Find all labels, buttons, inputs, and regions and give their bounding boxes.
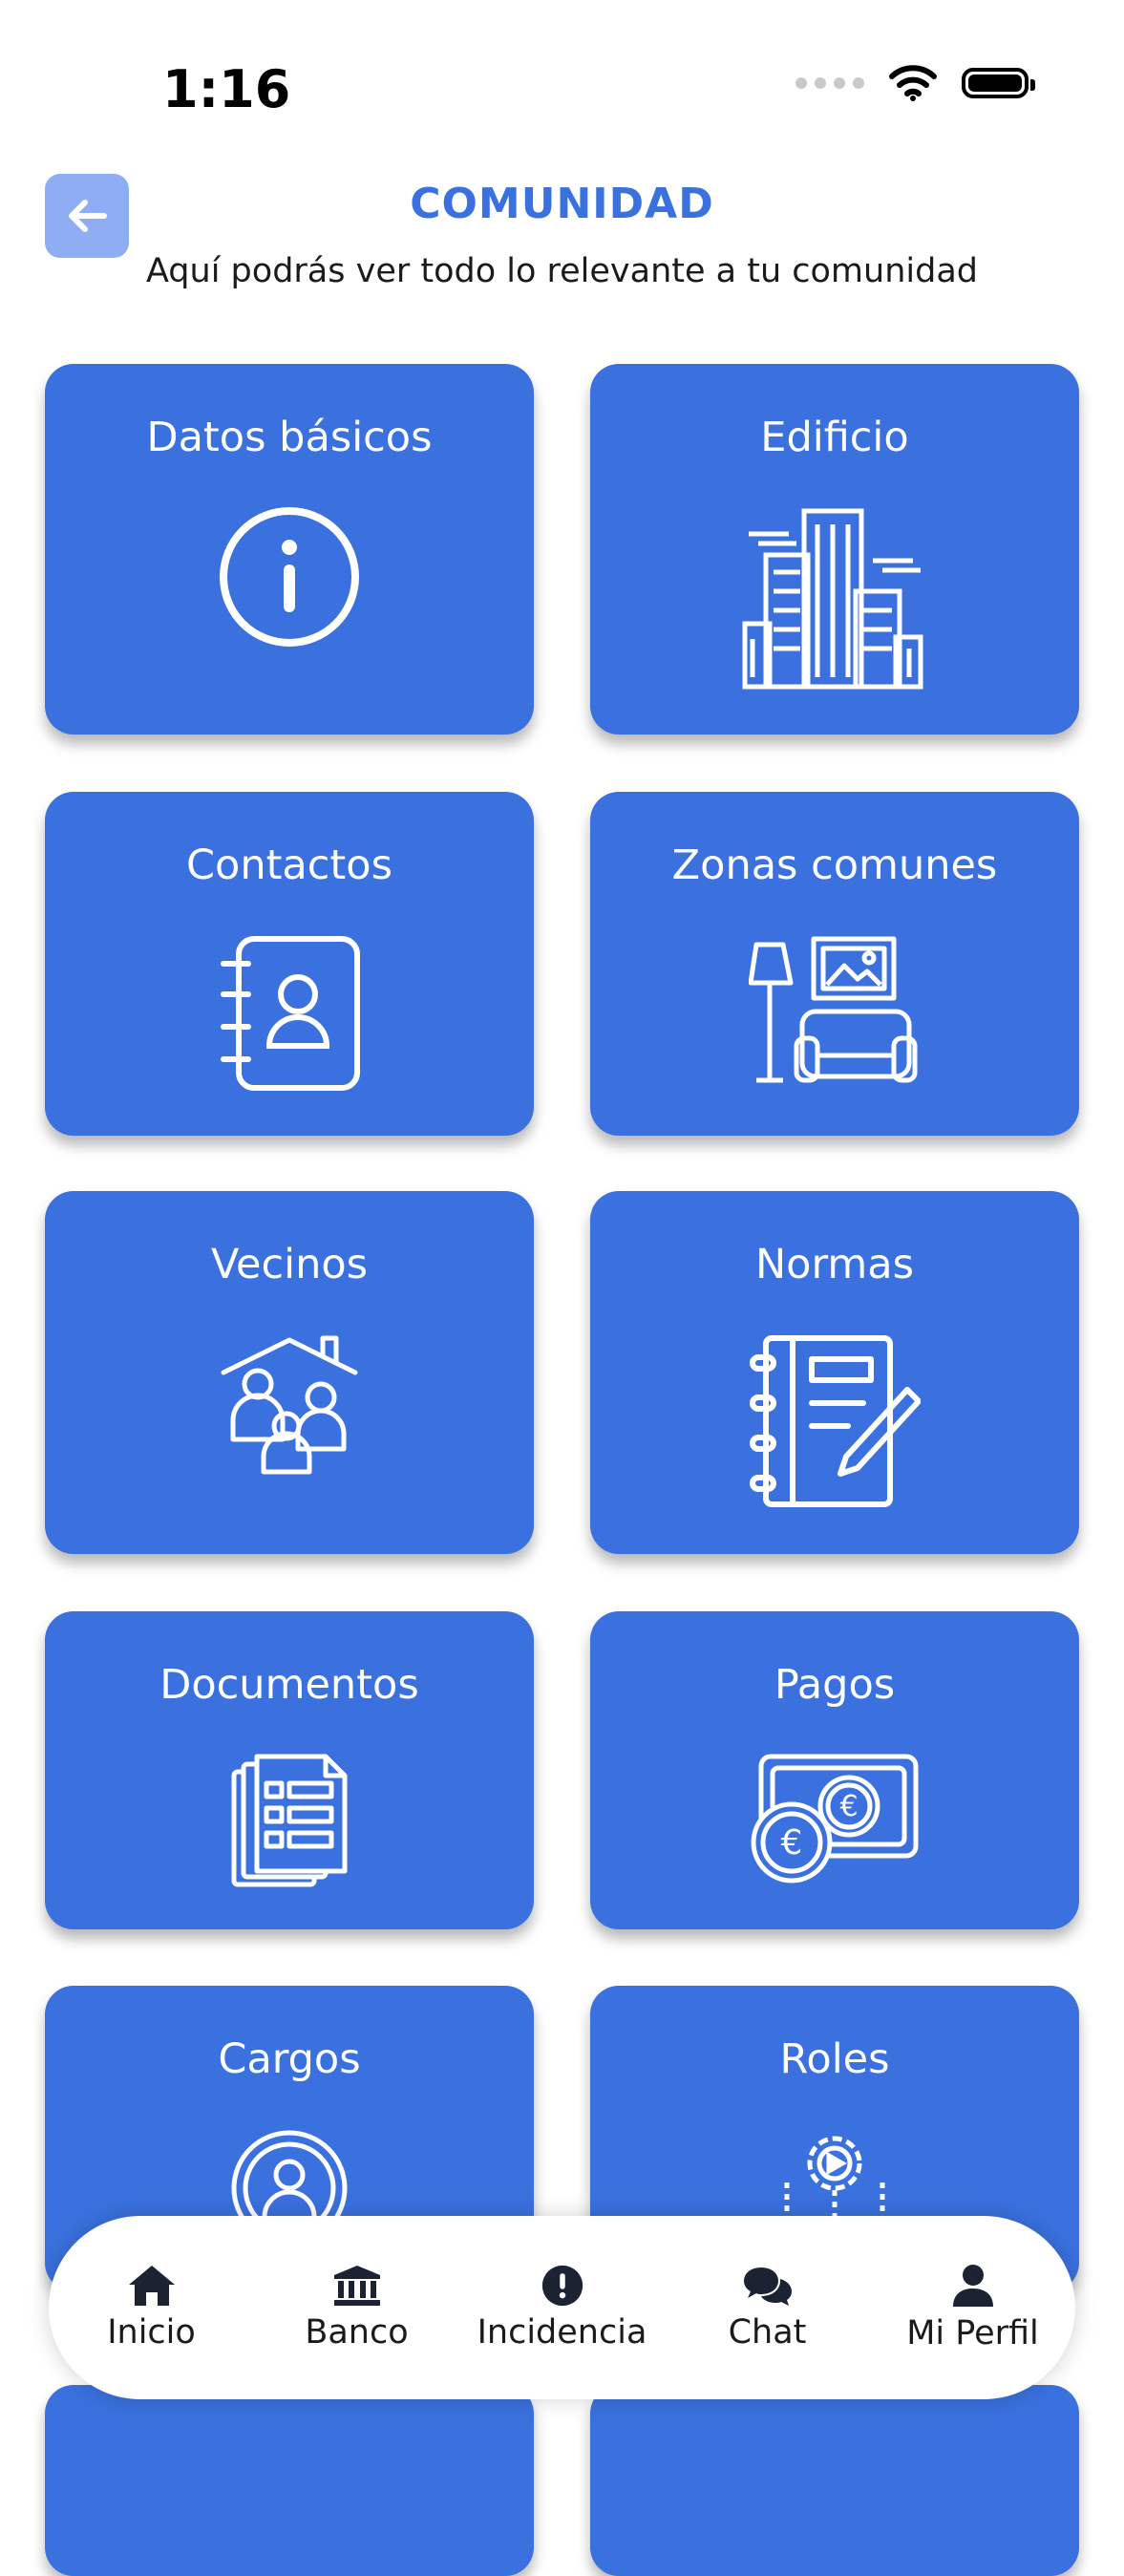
card-label: Zonas comunes [671,841,998,889]
card-label: Datos básicos [146,414,433,461]
page-subtitle: Aquí podrás ver todo lo relevante a tu c… [145,252,978,290]
card-contactos[interactable]: Contactos [45,792,534,1136]
status-time: 1:16 [162,59,291,119]
svg-text:€: € [781,1823,803,1863]
home-icon [128,2266,175,2306]
contact-book-icon [221,936,360,1091]
card-pagos[interactable]: Pagos € € [590,1611,1079,1929]
alert-icon [541,2265,583,2307]
common-area-icon [749,936,918,1083]
card-zonas-comunes[interactable]: Zonas comunes [590,792,1079,1136]
wifi-icon [889,65,937,101]
card-vecinos[interactable]: Vecinos [45,1191,534,1554]
nav-inicio[interactable]: Inicio [56,2264,247,2352]
card-documentos[interactable]: Documentos [45,1611,534,1929]
card-datos-basicos[interactable]: Datos básicos [45,364,534,734]
nav-chat[interactable]: Chat [672,2264,863,2352]
card-label: Pagos [774,1661,896,1709]
page-title: COMUNIDAD [410,180,714,228]
card-label: Cargos [218,2035,361,2083]
signal-dots-icon [795,77,864,89]
nav-banco[interactable]: Banco [262,2264,453,2352]
chat-icon [743,2267,792,2306]
info-icon [220,507,359,647]
building-icon [742,508,923,690]
nav-label: Chat [728,2313,807,2352]
neighbors-icon [221,1335,358,1475]
nav-label: Mi Perfil [906,2314,1039,2352]
card-label: Normas [754,1241,915,1288]
profile-icon [952,2265,993,2307]
nav-label: Incidencia [477,2313,647,2352]
nav-label: Inicio [107,2313,196,2352]
nav-incidencia[interactable]: Incidencia [467,2264,658,2352]
card-extra-right[interactable] [590,2385,1079,2576]
bottom-nav: Inicio Banco Incidencia Chat Mi Perfil [49,2216,1075,2399]
card-label: Vecinos [210,1241,369,1288]
card-normas[interactable]: Normas [590,1191,1079,1554]
battery-icon [962,68,1035,98]
bank-icon [333,2266,380,2306]
nav-mi-perfil[interactable]: Mi Perfil [878,2263,1069,2352]
card-label: Contactos [185,841,392,889]
card-label: Documentos [159,1661,419,1709]
nav-label: Banco [305,2313,409,2352]
card-extra-left[interactable] [45,2385,534,2576]
payments-icon: € € [751,1754,919,1884]
card-edificio[interactable]: Edificio [590,364,1079,734]
documents-icon [231,1754,348,1887]
status-icons [795,65,1035,101]
svg-text:€: € [839,1790,858,1823]
card-label: Roles [779,2035,890,2083]
rules-notebook-icon [750,1335,921,1507]
card-label: Edificio [760,414,909,461]
